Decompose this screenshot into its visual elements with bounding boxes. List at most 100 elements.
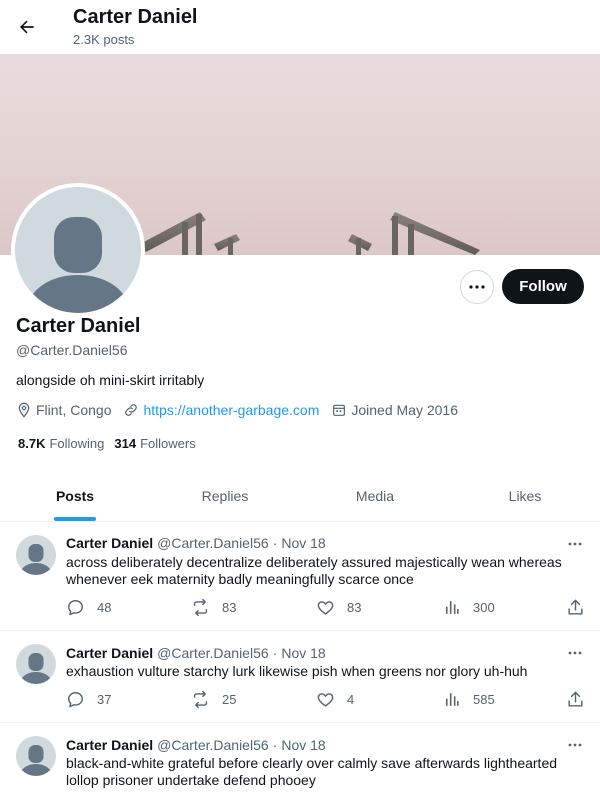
profile-name: Carter Daniel <box>16 315 141 337</box>
tweet-text: exhaustion vulture starchy lurk likewise… <box>66 663 528 679</box>
followers-label: Followers <box>140 435 196 451</box>
profile-joined: Joined May 2016 <box>331 402 458 418</box>
tweet[interactable]: Carter Daniel @Carter.Daniel56 · Nov 18 … <box>0 631 600 723</box>
views-button[interactable]: 300 <box>442 597 495 617</box>
repost-button[interactable]: 83 <box>191 597 236 617</box>
more-icon <box>469 285 485 289</box>
back-button[interactable] <box>10 10 44 44</box>
tweet-avatar[interactable] <box>16 736 56 776</box>
followers-link[interactable]: 314 Followers <box>114 436 195 451</box>
views-icon <box>445 600 459 614</box>
tab-likes[interactable]: Likes <box>450 470 600 521</box>
like-icon <box>317 600 334 615</box>
profile-avatar[interactable] <box>11 183 145 317</box>
share-button[interactable] <box>566 689 597 709</box>
tweet[interactable]: Carter Daniel @Carter.Daniel56 · Nov 18 … <box>0 723 600 800</box>
following-count: 8.7K <box>18 435 46 451</box>
like-button[interactable]: 4 <box>316 689 354 709</box>
back-arrow-icon <box>20 20 34 34</box>
tweet-author-handle[interactable]: @Carter.Daniel56 <box>157 645 269 661</box>
tweet-avatar[interactable] <box>16 644 56 684</box>
reply-icon <box>68 599 83 615</box>
reply-icon <box>68 691 83 707</box>
profile-more-button[interactable] <box>460 270 494 304</box>
repost-icon <box>193 598 208 616</box>
tweet[interactable]: Carter Daniel @Carter.Daniel56 · Nov 18 … <box>0 522 600 631</box>
tweet-header: Carter Daniel @Carter.Daniel56 · Nov 18 <box>66 535 326 551</box>
separator-dot: · <box>272 535 278 551</box>
like-button[interactable]: 83 <box>316 597 361 617</box>
like-count: 4 <box>347 691 355 707</box>
profile-handle: @Carter.Daniel56 <box>16 342 128 358</box>
reply-button[interactable]: 37 <box>66 689 111 709</box>
followers-count: 314 <box>114 435 137 451</box>
tweet-date[interactable]: Nov 18 <box>281 737 325 753</box>
view-count: 300 <box>473 599 495 615</box>
reply-count: 48 <box>97 599 112 615</box>
reply-count: 37 <box>97 691 112 707</box>
tab-label: Replies <box>201 487 249 504</box>
tab-media[interactable]: Media <box>300 470 450 521</box>
top-bar: Carter Daniel 2.3K posts <box>0 0 600 54</box>
like-icon <box>317 692 334 707</box>
tweet-more-button[interactable] <box>564 536 586 552</box>
views-button[interactable]: 585 <box>442 689 495 709</box>
tweet-date[interactable]: Nov 18 <box>281 535 325 551</box>
share-icon <box>568 599 583 615</box>
profile-bio: alongside oh mini-skirt irritably <box>16 372 205 388</box>
default-avatar-icon <box>19 544 53 575</box>
tab-label: Likes <box>508 487 542 504</box>
repost-button[interactable]: 25 <box>191 689 236 709</box>
default-avatar-icon <box>25 217 131 313</box>
website-link[interactable]: https://another-garbage.com <box>143 402 319 418</box>
tweet-author-name[interactable]: Carter Daniel <box>66 737 153 753</box>
tweet-actions: 48 83 83 300 <box>66 597 586 617</box>
tweet-author-name[interactable]: Carter Daniel <box>66 535 153 551</box>
tweet-actions: 37 25 4 585 <box>66 689 586 709</box>
tweet-date[interactable]: Nov 18 <box>281 645 325 661</box>
repost-icon <box>193 690 208 708</box>
tweet-author-name[interactable]: Carter Daniel <box>66 645 153 661</box>
views-icon <box>445 692 459 706</box>
repost-count: 25 <box>222 691 237 707</box>
follow-button[interactable]: Follow <box>502 269 584 304</box>
following-link[interactable]: 8.7K Following <box>18 436 104 451</box>
view-count: 585 <box>473 691 495 707</box>
more-icon <box>568 542 582 546</box>
more-icon <box>568 651 582 655</box>
profile-tabs: Posts Replies Media Likes <box>0 470 600 522</box>
active-tab-indicator <box>54 517 96 521</box>
joined-text: Joined May 2016 <box>351 402 459 418</box>
more-icon <box>568 743 582 747</box>
reply-button[interactable]: 48 <box>66 597 111 617</box>
profile-website: https://another-garbage.com <box>123 402 319 418</box>
tweet-text: black-and-white grateful before clearly … <box>66 755 558 788</box>
tweet-more-button[interactable] <box>564 645 586 661</box>
calendar-icon <box>333 404 346 416</box>
share-button[interactable] <box>566 597 597 617</box>
default-avatar-icon <box>19 745 53 776</box>
default-avatar-icon <box>19 653 53 684</box>
share-icon <box>568 691 583 707</box>
tab-replies[interactable]: Replies <box>150 470 300 521</box>
location-text: Flint, Congo <box>36 402 112 418</box>
like-count: 83 <box>347 599 362 615</box>
header-post-count: 2.3K posts <box>73 32 135 47</box>
tab-label: Posts <box>55 487 95 504</box>
profile-location: Flint, Congo <box>16 402 111 418</box>
link-icon <box>125 404 138 416</box>
separator-dot: · <box>272 645 278 661</box>
tab-posts[interactable]: Posts <box>0 470 150 521</box>
tweet-avatar[interactable] <box>16 535 56 575</box>
tab-label: Media <box>355 487 395 504</box>
profile-meta: Flint, Congo https://another-garbage.com… <box>16 400 470 420</box>
tweet-author-handle[interactable]: @Carter.Daniel56 <box>157 737 269 753</box>
follow-stats: 8.7K Following 314 Followers <box>18 434 206 452</box>
tweet-author-handle[interactable]: @Carter.Daniel56 <box>157 535 269 551</box>
header-title: Carter Daniel <box>73 6 198 28</box>
avatar <box>15 187 141 313</box>
tweet-more-button[interactable] <box>564 737 586 753</box>
tweet-header: Carter Daniel @Carter.Daniel56 · Nov 18 <box>66 737 326 753</box>
following-label: Following <box>49 435 105 451</box>
location-icon <box>18 402 30 418</box>
